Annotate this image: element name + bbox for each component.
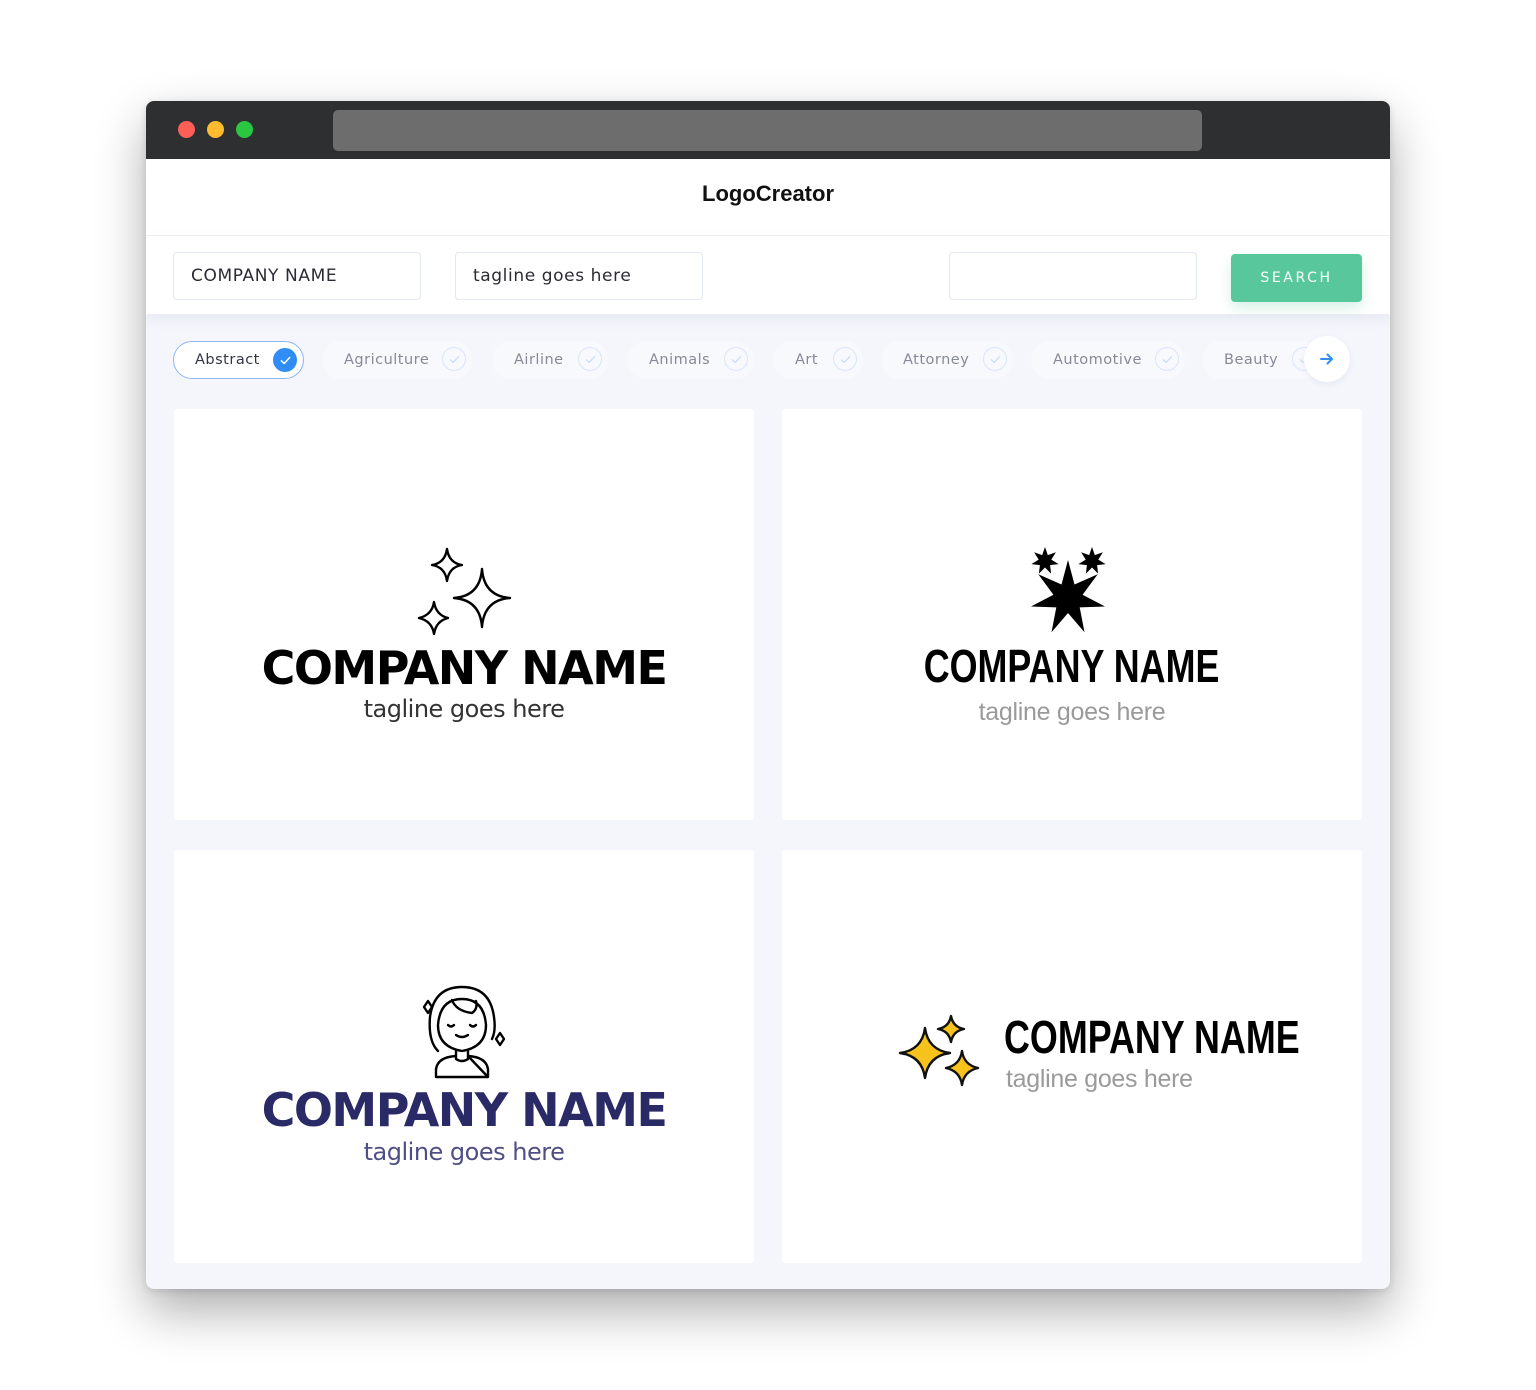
check-circle-icon: [983, 347, 1007, 371]
sparkles-outline-icon: [417, 547, 512, 636]
company-name-field[interactable]: [173, 252, 421, 300]
logo-tagline: tagline goes here: [363, 695, 565, 723]
category-chip-label: Automotive: [1053, 352, 1142, 368]
close-window-button[interactable]: [178, 121, 195, 138]
category-chip-attorney[interactable]: Attorney: [881, 341, 1013, 379]
category-chip-agriculture[interactable]: Agriculture: [322, 341, 472, 379]
logo-company-name: COMPANY NAME: [261, 641, 668, 695]
title-bar: [146, 101, 1390, 159]
search-bar: SEARCH: [146, 236, 1390, 314]
browser-window: LogoCreator SEARCH Abstract Agriculture …: [146, 101, 1390, 1289]
tagline-input[interactable]: [473, 266, 685, 286]
keyword-input[interactable]: [967, 266, 1179, 286]
category-chip-label: Beauty: [1224, 352, 1279, 368]
category-chip-automotive[interactable]: Automotive: [1031, 341, 1185, 379]
arrow-right-icon: [1320, 353, 1333, 365]
category-chip-label: Attorney: [903, 352, 970, 368]
logo-company-name: COMPANY NAME: [1004, 1011, 1300, 1063]
check-circle-icon: [724, 347, 748, 371]
category-chip-label: Airline: [514, 352, 564, 368]
next-categories-button[interactable]: [1304, 336, 1350, 382]
check-circle-icon: [273, 348, 297, 372]
category-filter-bar: Abstract Agriculture Airline Animals Art: [146, 336, 1390, 383]
logo-card[interactable]: COMPANY NAME tagline goes here: [174, 409, 754, 820]
logo-company-name: COMPANY NAME: [261, 1083, 668, 1137]
check-circle-icon: [578, 347, 602, 371]
sparkles-yellow-icon: [898, 1014, 980, 1087]
check-circle-icon: [833, 347, 857, 371]
three-stars-filled-icon: [1031, 547, 1106, 633]
logo-tagline: tagline goes here: [363, 1138, 565, 1166]
address-bar[interactable]: [333, 110, 1202, 151]
category-chip-airline[interactable]: Airline: [492, 341, 608, 379]
woman-face-sparkles-icon: [422, 985, 506, 1079]
minimize-window-button[interactable]: [207, 121, 224, 138]
logo-card[interactable]: COMPANY NAME tagline goes here: [782, 850, 1362, 1263]
logo-tagline: tagline goes here: [1006, 1065, 1193, 1093]
star-shape: [1031, 547, 1059, 574]
maximize-window-button[interactable]: [236, 121, 253, 138]
logo-card[interactable]: COMPANY NAME tagline goes here: [174, 850, 754, 1263]
keyword-field[interactable]: [949, 252, 1197, 300]
check-circle-icon: [1155, 347, 1179, 371]
company-name-input[interactable]: [191, 266, 403, 286]
search-button[interactable]: SEARCH: [1231, 254, 1362, 302]
category-chip-label: Abstract: [195, 352, 260, 368]
category-chip-label: Agriculture: [344, 352, 430, 368]
app-header: LogoCreator: [146, 159, 1390, 236]
logo-tagline: tagline goes here: [978, 698, 1166, 726]
check-circle-icon: [442, 347, 466, 371]
category-chip-abstract[interactable]: Abstract: [173, 341, 304, 379]
brand-logo[interactable]: LogoCreator: [146, 181, 1390, 207]
star-shape: [1031, 560, 1105, 633]
star-shape: [1078, 547, 1106, 574]
logo-card[interactable]: COMPANY NAME tagline goes here: [782, 409, 1362, 820]
category-chip-art[interactable]: Art: [773, 341, 863, 379]
category-chip-label: Art: [795, 352, 819, 368]
category-chip-label: Animals: [649, 352, 711, 368]
logo-company-name: COMPANY NAME: [924, 640, 1220, 692]
tagline-field[interactable]: [455, 252, 703, 300]
category-chip-animals[interactable]: Animals: [627, 341, 754, 379]
